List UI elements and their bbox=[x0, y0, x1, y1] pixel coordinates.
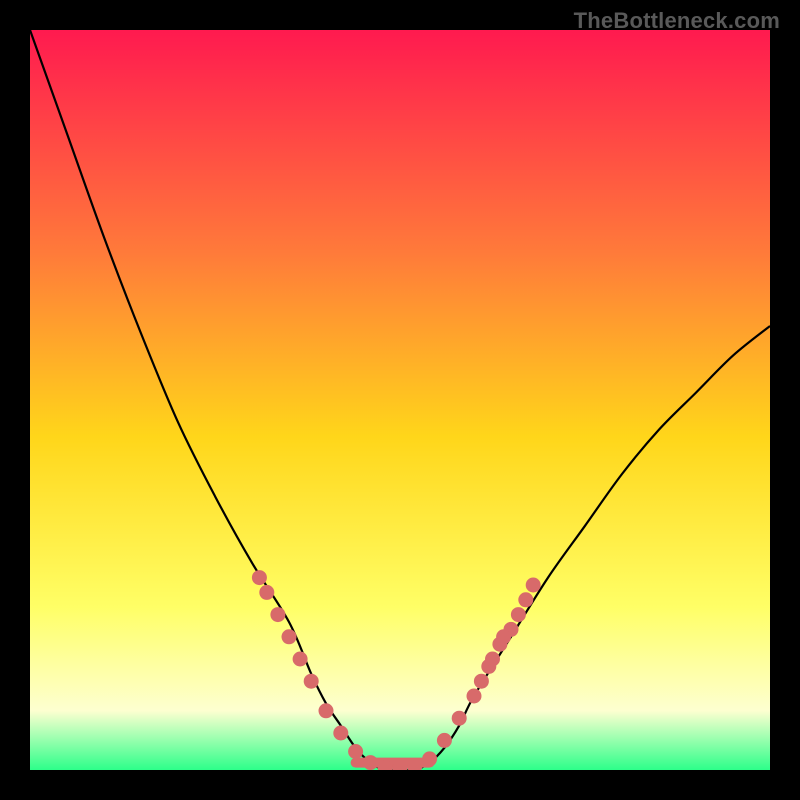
plot-area bbox=[30, 30, 770, 770]
data-marker bbox=[474, 674, 489, 689]
data-marker bbox=[363, 755, 378, 770]
data-marker bbox=[282, 629, 297, 644]
data-marker bbox=[333, 726, 348, 741]
data-marker bbox=[511, 607, 526, 622]
data-marker bbox=[452, 711, 467, 726]
data-marker bbox=[518, 592, 533, 607]
data-marker bbox=[437, 733, 452, 748]
data-marker bbox=[270, 607, 285, 622]
chart-stage: TheBottleneck.com bbox=[0, 0, 800, 800]
data-marker bbox=[259, 585, 274, 600]
chart-svg bbox=[30, 30, 770, 770]
data-marker bbox=[304, 674, 319, 689]
gradient-background bbox=[30, 30, 770, 770]
data-marker bbox=[293, 652, 308, 667]
watermark-label: TheBottleneck.com bbox=[574, 8, 780, 34]
data-marker bbox=[485, 652, 500, 667]
data-marker bbox=[467, 689, 482, 704]
data-marker bbox=[252, 570, 267, 585]
data-marker bbox=[319, 703, 334, 718]
data-marker bbox=[496, 629, 511, 644]
data-marker bbox=[526, 578, 541, 593]
data-marker bbox=[422, 751, 437, 766]
data-marker bbox=[348, 744, 363, 759]
